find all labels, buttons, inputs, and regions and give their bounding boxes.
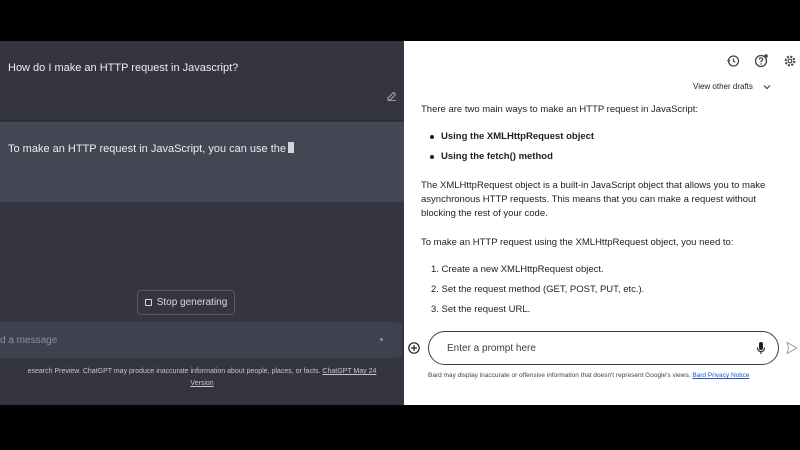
view-other-drafts-button[interactable]: View other drafts [693,82,771,91]
edit-icon[interactable] [387,91,397,101]
view-other-drafts-label: View other drafts [693,82,753,91]
response-paragraph: The XMLHttpRequest object is a built-in … [421,180,766,219]
add-circle-icon[interactable] [408,342,420,354]
bard-panel: View other drafts There are two main way… [404,41,800,405]
bard-disclaimer: Bard may display inaccurate or offensive… [428,372,749,379]
user-question: How do I make an HTTP request in Javascr… [8,62,239,74]
gear-icon[interactable] [783,54,797,68]
stop-generating-label: Stop generating [156,297,228,308]
send-icon[interactable] [786,341,798,355]
list-item: Using the fetch() method [421,150,594,170]
prompt-placeholder: Enter a prompt here [447,343,536,354]
chatgpt-disclaimer: esearch Preview. ChatGPT may produce ina… [0,366,404,390]
stop-generating-button[interactable]: Stop generating [137,290,235,315]
list-item: Using the XMLHttpRequest object [421,130,594,150]
disclaimer-text: esearch Preview. ChatGPT may produce ina… [27,368,321,375]
send-icon[interactable] [380,338,383,341]
assistant-response: To make an HTTP request in JavaScript, y… [8,142,294,155]
chatgpt-panel: How do I make an HTTP request in Javascr… [0,41,404,405]
version-link-2[interactable]: Version [190,380,213,387]
chevron-down-icon [763,84,771,89]
response-paragraph: To make an HTTP request using the XMLHtt… [421,237,734,248]
help-icon[interactable] [754,54,768,68]
stop-icon [144,299,152,306]
history-icon[interactable] [726,54,740,68]
version-link[interactable]: ChatGPT May 24 [322,368,376,375]
message-input[interactable]: d a message [0,322,402,358]
typing-cursor [288,142,294,153]
list-item: 2. Set the request method (GET, POST, PU… [431,284,645,295]
bard-disclaimer-text: Bard may display inaccurate or offensive… [428,372,691,379]
prompt-input[interactable]: Enter a prompt here [428,331,779,365]
response-intro: There are two main ways to make an HTTP … [421,104,699,115]
user-message-row: How do I make an HTTP request in Javascr… [0,41,404,121]
message-placeholder: d a message [0,335,58,346]
assistant-message-row: To make an HTTP request in JavaScript, y… [0,122,404,202]
method-list: Using the XMLHttpRequest object Using th… [421,130,594,170]
list-item: 1. Create a new XMLHttpRequest object. [431,264,604,275]
mic-icon[interactable] [756,341,766,355]
assistant-response-text: To make an HTTP request in JavaScript, y… [8,143,286,155]
content-fade [404,311,800,331]
privacy-notice-link[interactable]: Bard Privacy Notice [692,372,749,379]
